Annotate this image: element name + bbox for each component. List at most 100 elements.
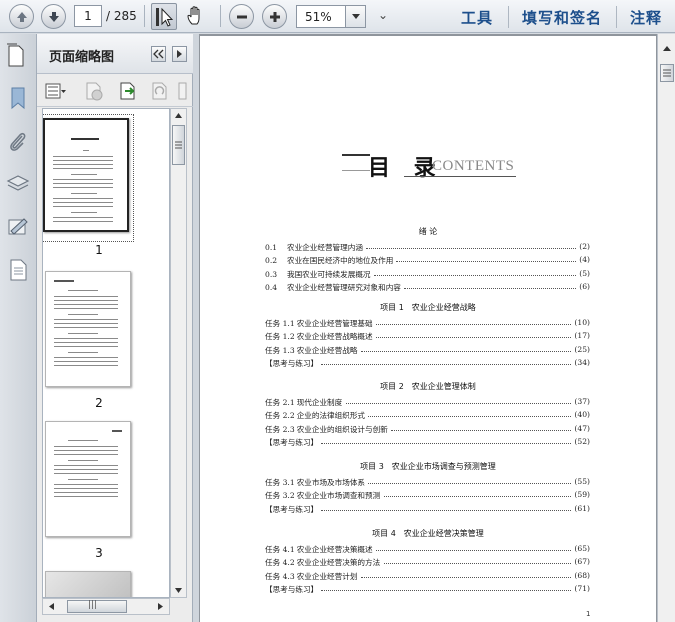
toolbar-divider [144, 5, 145, 27]
hand-icon [187, 6, 200, 25]
page-thumbnail-1[interactable] [43, 118, 129, 232]
options-icon[interactable] [45, 81, 67, 101]
document-viewport[interactable]: 目 录 CONTENTS 绪 论 0.1 农业企业经营管理内涵 (2) 0.2 农业在国民… [199, 34, 657, 622]
toc-entry-number: 【思考与练习】 [265, 358, 319, 368]
pages-icon[interactable] [5, 42, 29, 68]
toc-entry-page: (61) [574, 503, 590, 513]
toc-entry[interactable]: 任务 4.3 农业企业经营计划 (68) [265, 571, 590, 581]
zoom-select[interactable]: 51% [296, 5, 366, 28]
toc-entry[interactable]: 【思考与练习】 (71) [265, 584, 590, 594]
scrollbar-thumb[interactable] [172, 125, 185, 165]
toc-entry-page: (10) [574, 318, 590, 327]
toc-leader [321, 509, 571, 511]
toc-entry[interactable]: 0.4 农业企业经营管理研究对象和内容 (6) [265, 282, 590, 292]
document-icon[interactable] [6, 258, 30, 282]
scroll-right-icon[interactable] [153, 599, 167, 614]
document-page: 目 录 CONTENTS 绪 论 0.1 农业企业经营管理内涵 (2) 0.2 农业在国民… [200, 36, 656, 622]
more-icon[interactable] [177, 81, 187, 101]
scroll-up-icon[interactable] [659, 42, 675, 56]
scroll-left-icon[interactable] [45, 599, 59, 614]
hand-tool-button[interactable] [183, 3, 209, 30]
toc-entry-title: 农业企业经营管理研究对象和内容 [287, 282, 401, 292]
collapse-panel-button[interactable] [151, 46, 166, 62]
toc-entry-number: 任务 2.1 [265, 398, 295, 407]
toc-entry[interactable]: 任务 3.2 农业企业市场调查和预测 (59) [265, 490, 590, 500]
scroll-down-icon[interactable] [171, 583, 186, 597]
toc-entry[interactable]: 任务 2.1 现代企业制度 (37) [265, 397, 590, 407]
page-number: 1 [586, 610, 591, 618]
toc-entry-title: 农业企业经营管理内涵 [287, 243, 363, 252]
previous-page-button[interactable] [9, 4, 34, 29]
toc-entry[interactable]: 任务 4.1 农业企业经营决策概述 (65) [265, 544, 590, 554]
toc-entry-title: 农业企业经营决策的方法 [296, 558, 381, 568]
document-scrollbar[interactable] [657, 34, 675, 622]
toc-entry-page: (55) [574, 477, 590, 486]
more-tools-icon[interactable]: ⌄ [378, 8, 388, 22]
toc-entry-title: 农业企业经营管理基础 [296, 319, 373, 328]
toc-leader [396, 261, 576, 263]
thumbnail-list[interactable]: 1 2 3 [42, 108, 170, 598]
toc-leader [368, 483, 571, 484]
toc-entry-title: 农业企业经营计划 [296, 571, 358, 581]
toc-leader [368, 416, 571, 418]
toc-entry[interactable]: 【思考与练习】 (52) [265, 437, 590, 447]
toc-entry-number: 任务 3.1 [265, 478, 295, 487]
thumbnail-label-3: 3 [95, 546, 103, 560]
toc-leader [366, 248, 576, 249]
thumbnail-label-2: 2 [95, 396, 103, 410]
toc-entry[interactable]: 【思考与练习】 (61) [265, 504, 590, 514]
toc-entry[interactable]: 任务 2.2 企业的法律组织形式 (40) [265, 410, 590, 420]
chevron-down-icon[interactable] [345, 6, 365, 27]
thumbnail-scrollbar[interactable] [170, 108, 187, 598]
toc-entry-page: (6) [579, 281, 590, 291]
toc-entry-title: 农业企业经营战略 [296, 345, 358, 355]
toc-entry[interactable]: 0.3 我国农业可持续发展概况 (5) [265, 269, 590, 279]
signature-icon[interactable] [6, 216, 30, 240]
layers-icon[interactable] [6, 172, 30, 196]
attachment-icon[interactable] [6, 130, 30, 154]
scrollbar-thumb[interactable] [660, 64, 674, 82]
grip-icon [175, 141, 182, 149]
page-number-input[interactable]: 1 [74, 5, 102, 27]
toc-entry[interactable]: 任务 1.2 农业企业经营战略概述 (17) [265, 331, 590, 341]
toc-entry[interactable]: 任务 1.1 农业企业经营管理基础 (10) [265, 318, 590, 328]
expand-panel-button[interactable] [172, 46, 187, 62]
comment-pane-button[interactable]: 注释 [630, 7, 662, 28]
toc-entry-number: 0.1 [265, 243, 278, 252]
toc-leader [376, 337, 571, 339]
bookmark-icon[interactable] [6, 86, 30, 110]
toc-entry[interactable]: 0.2 农业在国民经济中的地位及作用 (4) [265, 255, 590, 265]
zoom-in-button[interactable] [262, 4, 287, 29]
next-page-button[interactable] [41, 4, 66, 29]
toc-entry[interactable]: 任务 3.1 农业市场及市场体系 (55) [265, 477, 590, 487]
arrow-up-icon [17, 12, 27, 22]
hscrollbar-thumb[interactable]: ||| [67, 600, 127, 613]
chevron-right-icon [177, 50, 182, 58]
tools-pane-button[interactable]: 工具 [461, 7, 493, 28]
thumbnail-hscrollbar[interactable]: ||| [42, 598, 170, 615]
toc-entry[interactable]: 任务 2.3 农业企业的组织设计与创新 (47) [265, 424, 590, 434]
page-thumbnail-4[interactable] [45, 571, 131, 597]
toc-entry-number: 0.3 [265, 269, 278, 279]
delete-icon[interactable] [83, 81, 105, 101]
toc-entry[interactable]: 任务 4.2 农业企业经营决策的方法 (67) [265, 557, 590, 567]
title-rule [342, 154, 370, 156]
toc-entry[interactable]: 0.1 农业企业经营管理内涵 (2) [265, 242, 590, 252]
toc-entry[interactable]: 任务 1.3 农业企业经营战略 (25) [265, 345, 590, 355]
toc-entry-number: 任务 3.2 [265, 491, 295, 501]
insert-page-icon[interactable] [117, 81, 139, 101]
fill-sign-pane-button[interactable]: 填写和签名 [522, 7, 602, 28]
rotate-icon[interactable] [149, 81, 171, 101]
scroll-up-icon[interactable] [171, 109, 186, 123]
page-thumbnail-2[interactable] [45, 271, 131, 387]
toc-entry[interactable]: 【思考与练习】 (34) [265, 358, 590, 368]
page-thumbnail-3[interactable] [45, 421, 131, 537]
toc-leader [376, 550, 571, 551]
grip-icon [663, 69, 671, 77]
toolbar-divider [616, 6, 617, 28]
zoom-out-button[interactable] [229, 4, 254, 29]
zoom-in-icon [270, 12, 280, 22]
select-tool-button[interactable] [151, 3, 177, 30]
toc-entry-page: (67) [574, 557, 590, 567]
toc-entry-number: 0.4 [265, 282, 278, 292]
